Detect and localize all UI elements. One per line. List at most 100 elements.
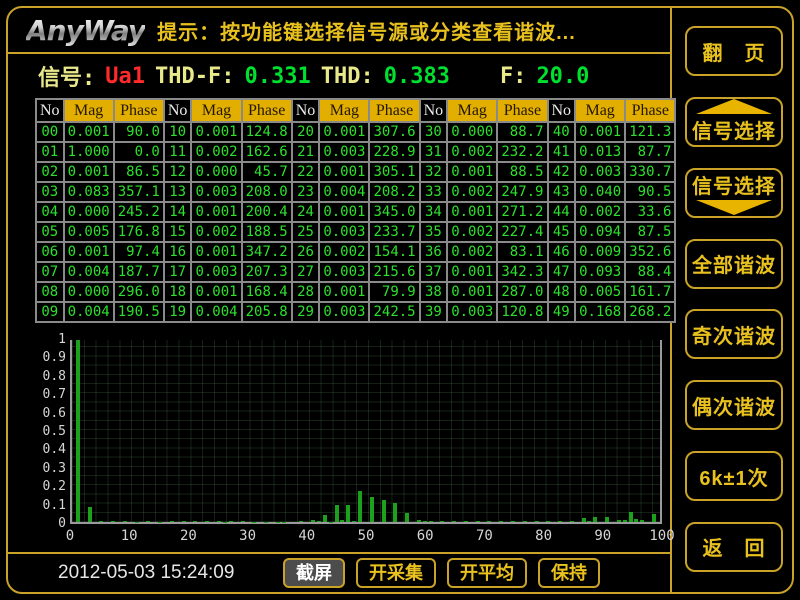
cell-phase: 83.1 <box>497 242 547 262</box>
x-tick-label: 10 <box>121 528 138 544</box>
timestamp: 2012-05-03 15:24:09 <box>58 562 273 584</box>
cell-phase: 168.4 <box>242 282 292 302</box>
cell-no: 07 <box>36 262 64 282</box>
harmonic-bar <box>605 517 609 522</box>
start-average-button[interactable]: 开平均 <box>447 558 527 588</box>
cell-mag: 0.003 <box>575 162 625 182</box>
cell-phase: 347.2 <box>242 242 292 262</box>
cell-no: 08 <box>36 282 64 302</box>
cell-no: 41 <box>548 142 576 162</box>
return-button[interactable]: 返 回 <box>685 522 783 572</box>
cell-phase: 233.7 <box>369 222 419 242</box>
cell-mag: 0.083 <box>64 182 114 202</box>
harmonics-table: NoMagPhaseNoMagPhaseNoMagPhaseNoMagPhase… <box>35 98 676 323</box>
button-label: 信号选择 <box>692 115 776 144</box>
harmonic-bar <box>570 521 574 522</box>
hold-button[interactable]: 保持 <box>538 558 600 588</box>
table-row: 050.005176.8150.002188.5250.003233.7350.… <box>36 222 675 242</box>
harmonic-bar <box>193 521 197 522</box>
cell-mag: 0.003 <box>319 262 369 282</box>
cell-mag: 0.001 <box>191 282 241 302</box>
harmonic-bar <box>429 521 433 522</box>
signal-select-down-button[interactable]: 信号选择 <box>685 168 783 218</box>
start-sampling-button[interactable]: 开采集 <box>356 558 436 588</box>
freq-label: F: <box>500 64 527 89</box>
col-header-phase: Phase <box>242 99 292 122</box>
cell-no: 46 <box>548 242 576 262</box>
screenshot-button[interactable]: 截屏 <box>283 558 345 588</box>
harmonic-bar <box>464 521 468 522</box>
cell-mag: 0.003 <box>319 302 369 322</box>
odd-harmonics-button[interactable]: 奇次谐波 <box>685 309 783 359</box>
cell-no: 32 <box>420 162 448 182</box>
cell-no: 30 <box>420 122 448 142</box>
cell-phase: 247.9 <box>497 182 547 202</box>
col-header-mag: Mag <box>319 99 369 122</box>
cell-mag: 0.002 <box>575 202 625 222</box>
harmonic-bar <box>452 521 456 522</box>
cell-mag: 0.168 <box>575 302 625 322</box>
col-header-no: No <box>36 99 64 122</box>
cell-mag: 0.002 <box>447 182 497 202</box>
cell-phase: 200.4 <box>242 202 292 222</box>
freq-value: 20.0 <box>536 64 589 89</box>
y-tick-label: 0.4 <box>26 442 66 457</box>
button-label: 返 回 <box>703 532 766 561</box>
col-header-no: No <box>164 99 192 122</box>
harmonic-bar <box>476 521 480 522</box>
cell-phase: 88.7 <box>497 122 547 142</box>
page-turn-button[interactable]: 翻 页 <box>685 26 783 76</box>
y-tick-label: 1 <box>26 332 66 347</box>
cell-phase: 305.1 <box>369 162 419 182</box>
thdf-label: THD-F: <box>155 64 234 89</box>
harmonic-bar <box>558 521 562 522</box>
cell-mag: 0.001 <box>319 282 369 302</box>
harmonic-bar <box>358 491 362 522</box>
cell-mag: 0.093 <box>575 262 625 282</box>
cell-phase: 86.5 <box>114 162 164 182</box>
harmonic-bar <box>146 521 150 522</box>
y-tick-label: 0.8 <box>26 369 66 384</box>
harmonic-bar <box>535 521 539 522</box>
cell-phase: 271.2 <box>497 202 547 222</box>
table-row: 000.00190.0100.001124.8200.001307.6300.0… <box>36 122 675 142</box>
cell-no: 28 <box>292 282 320 302</box>
6k-plus-minus-1-button[interactable]: 6k±1次 <box>685 451 783 501</box>
cell-mag: 0.004 <box>319 182 369 202</box>
cell-phase: 120.8 <box>497 302 547 322</box>
col-header-no: No <box>548 99 576 122</box>
cell-mag: 0.003 <box>319 222 369 242</box>
cell-no: 42 <box>548 162 576 182</box>
cell-phase: 296.0 <box>114 282 164 302</box>
cell-phase: 345.0 <box>369 202 419 222</box>
cell-no: 13 <box>164 182 192 202</box>
cell-phase: 87.7 <box>625 142 675 162</box>
harmonic-bar <box>88 507 92 522</box>
signal-select-up-button[interactable]: 信号选择 <box>685 97 783 147</box>
cell-no: 35 <box>420 222 448 242</box>
cell-no: 18 <box>164 282 192 302</box>
harmonic-bar <box>241 521 245 522</box>
cell-phase: 330.7 <box>625 162 675 182</box>
cell-phase: 208.0 <box>242 182 292 202</box>
cell-mag: 0.002 <box>447 242 497 262</box>
cell-no: 17 <box>164 262 192 282</box>
arrow-down-icon <box>696 200 772 215</box>
sidebar: 翻 页信号选择信号选择全部谐波奇次谐波偶次谐波6k±1次返 回 <box>676 8 792 592</box>
even-harmonics-button[interactable]: 偶次谐波 <box>685 380 783 430</box>
harmonic-bar <box>311 520 315 522</box>
cell-mag: 0.002 <box>319 242 369 262</box>
cell-no: 02 <box>36 162 64 182</box>
table-row: 030.083357.1130.003208.0230.004208.2330.… <box>36 182 675 202</box>
button-label: 信号选择 <box>692 170 776 199</box>
cell-phase: 97.4 <box>114 242 164 262</box>
table-row: 070.004187.7170.003207.3270.003215.6370.… <box>36 262 675 282</box>
status-buttons: 截屏开采集开平均保持 <box>283 558 600 588</box>
all-harmonics-button[interactable]: 全部谐波 <box>685 239 783 289</box>
cell-phase: 187.7 <box>114 262 164 282</box>
col-header-mag: Mag <box>191 99 241 122</box>
cell-phase: 88.5 <box>497 162 547 182</box>
harmonic-bar <box>229 521 233 522</box>
cell-phase: 33.6 <box>625 202 675 222</box>
harmonic-bar <box>440 521 444 522</box>
